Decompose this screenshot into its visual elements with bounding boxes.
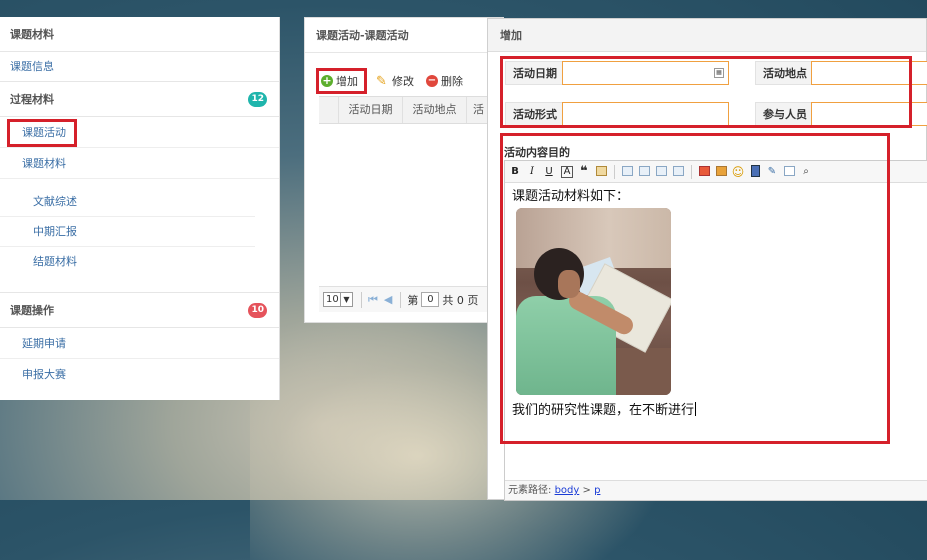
fields-highlight [500,56,912,128]
content-highlight [500,133,890,444]
add-button-label: 增加 [336,75,358,88]
sidebar-section-label: 过程材料 [10,93,54,106]
table-header: 活动日期 活动地点 活 [319,96,505,124]
minus-icon: − [426,75,438,87]
add-button[interactable]: + 增加 [316,68,367,94]
divider [400,291,402,308]
panel-title: 课题活动-课题活动 [305,18,503,53]
plus-icon: + [321,74,333,87]
pencil-icon: ✎ [376,73,387,89]
delete-button-label: 删除 [441,75,463,88]
sidebar-item-info[interactable]: 课题信息 [0,52,279,82]
count-badge: 12 [248,92,267,107]
total-pages: 共 0 页 [442,293,479,307]
delete-button[interactable]: − 删除 [426,73,463,89]
count-badge: 10 [248,303,267,318]
sidebar-subitem-review[interactable]: 文献综述 [0,187,255,217]
edit-button[interactable]: ✎ 修改 [376,73,414,89]
page-size-value: 10 [326,294,339,305]
sidebar-item-material[interactable]: 课题材料 [0,148,279,179]
sidebar-item-contest[interactable]: 申报大赛 [0,359,279,390]
sidebar-section-title: 课题材料 [0,17,279,52]
sidebar: 课题材料 课题信息 过程材料 12 课题活动 课题材料 文献综述 中期汇报 结题… [0,17,280,400]
edit-button-label: 修改 [392,75,414,88]
page-size-select[interactable]: 10 ▼ [323,292,353,307]
divider [361,291,362,308]
path-body-link[interactable]: body [555,485,580,496]
activity-list-panel: 课题活动-课题活动 + 增加 ✎ 修改 − 删除 活动日期 活动地点 活 10 … [304,17,505,323]
list-toolbar: + 增加 ✎ 修改 − 删除 [316,66,475,96]
sidebar-subitem-midterm[interactable]: 中期汇报 [0,217,255,247]
dialog-title: 增加 [488,19,926,52]
sidebar-item-activity-label: 课题活动 [7,119,77,147]
sidebar-section-label: 课题操作 [10,304,54,317]
first-page-icon[interactable]: ⏮ [368,293,378,307]
pagination-bar: 10 ▼ ⏮ ◀ 第 0 共 0 页 [319,286,505,312]
path-separator: > [582,485,591,496]
prev-page-icon[interactable]: ◀ [384,293,392,306]
chevron-down-icon: ▼ [340,293,352,306]
sidebar-item-extension[interactable]: 延期申请 [0,328,279,359]
sidebar-section-operations[interactable]: 课题操作 10 [0,293,279,328]
sidebar-subitem-final[interactable]: 结题材料 [0,247,255,277]
page-number-input[interactable]: 0 [421,292,440,307]
column-date[interactable]: 活动日期 [339,97,403,123]
element-path-bar: 元素路径: body > p [505,480,927,500]
path-p-link[interactable]: p [594,485,600,496]
sidebar-item-activity[interactable]: 课题活动 [0,117,279,148]
add-dialog: 增加 活动日期 ▦ 活动地点 活动形式 参与人员 活动内容目的 B I U A … [487,18,927,501]
column-place[interactable]: 活动地点 [403,97,467,123]
page-label: 第 [407,293,419,307]
row-select-column [319,97,339,123]
sidebar-section-process[interactable]: 过程材料 12 [0,82,279,117]
element-path-label: 元素路径: [508,485,552,496]
